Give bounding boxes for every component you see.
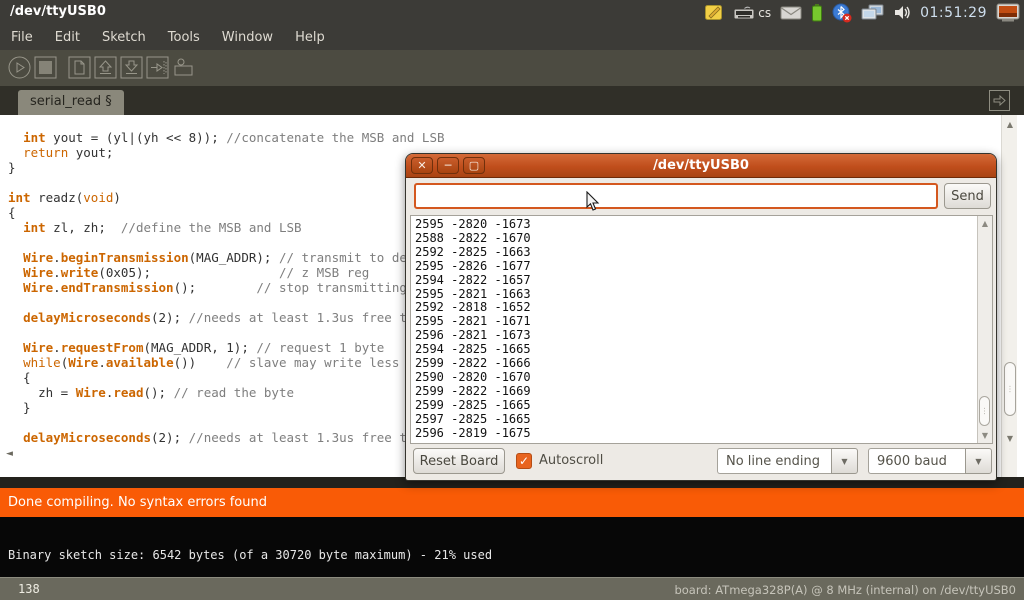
keyboard-indicator[interactable]: cs [733, 5, 771, 20]
serial-scrollbar[interactable]: ▲ ▼ ⋮ [977, 216, 992, 443]
editor-scroll-thumb[interactable]: ⋮ [1004, 362, 1016, 416]
stop-button[interactable] [34, 56, 57, 79]
scroll-down-icon[interactable]: ▼ [978, 431, 992, 440]
status-footer: 138 board: ATmega328P(A) @ 8 MHz (intern… [0, 577, 1024, 600]
top-panel: /dev/ttyUSB0 cs 01:51:29 [0, 0, 1024, 25]
scroll-up-icon[interactable]: ▲ [978, 219, 992, 228]
serial-titlebar[interactable]: ✕ ─ ▢ /dev/ttyUSB0 [406, 154, 996, 178]
menu-item-file[interactable]: File [0, 27, 44, 48]
menu-item-tools[interactable]: Tools [157, 27, 211, 48]
scroll-down-icon[interactable]: ▼ [1002, 434, 1018, 443]
menu-item-help[interactable]: Help [284, 27, 336, 48]
network-icon[interactable] [861, 4, 884, 22]
keyboard-layout-label: cs [758, 6, 771, 20]
compile-status-bar: Done compiling. No syntax errors found [0, 488, 1024, 517]
scroll-up-icon[interactable]: ▲ [1002, 120, 1018, 129]
menu-item-window[interactable]: Window [211, 27, 284, 48]
notes-icon[interactable] [704, 3, 724, 22]
serial-window-title: /dev/ttyUSB0 [406, 158, 996, 173]
menu-item-sketch[interactable]: Sketch [91, 27, 157, 48]
baud-rate-value[interactable]: 9600 baud [868, 448, 965, 474]
volume-icon[interactable] [893, 4, 911, 21]
tab-serial-read[interactable]: serial_read § [18, 90, 124, 115]
serial-monitor-button[interactable] [172, 56, 195, 79]
board-info: board: ATmega328P(A) @ 8 MHz (internal) … [674, 583, 1016, 597]
serial-output: 2595 -2820 -1673 2588 -2822 -1670 2592 -… [415, 218, 531, 441]
serial-output-area[interactable]: 2595 -2820 -1673 2588 -2822 -1670 2592 -… [410, 215, 993, 444]
verify-button[interactable] [8, 56, 31, 79]
menu-item-edit[interactable]: Edit [44, 27, 91, 48]
tab-menu-icon[interactable] [989, 90, 1010, 111]
save-button[interactable] [120, 56, 143, 79]
autoscroll-checkbox[interactable]: ✓ [516, 453, 532, 469]
bluetooth-icon[interactable] [832, 3, 852, 23]
toolbar [0, 50, 1024, 86]
battery-icon[interactable] [811, 3, 823, 22]
editor-vscrollbar[interactable]: ▲ ▼ ⋮ [1001, 115, 1017, 477]
serial-input[interactable] [414, 183, 938, 209]
chevron-down-icon[interactable]: ▼ [831, 448, 858, 474]
build-output-text: Binary sketch size: 6542 bytes (of a 307… [8, 548, 492, 562]
new-sketch-button[interactable] [68, 56, 91, 79]
hscroll-left-arrow[interactable]: ◄ [6, 449, 13, 459]
baud-rate-dropdown[interactable]: 9600 baud ▼ [868, 448, 992, 474]
window-title: /dev/ttyUSB0 [10, 4, 106, 19]
compile-status-text: Done compiling. No syntax errors found [8, 495, 267, 510]
open-button[interactable] [94, 56, 117, 79]
build-console: Binary sketch size: 6542 bytes (of a 307… [0, 517, 1024, 577]
menubar: FileEditSketchToolsWindowHelp [0, 25, 1024, 50]
line-ending-value[interactable]: No line ending [717, 448, 831, 474]
serial-monitor-window: ✕ ─ ▢ /dev/ttyUSB0 Send 2595 -2820 -1673… [405, 153, 997, 481]
line-number: 138 [18, 582, 40, 596]
reset-board-button[interactable]: Reset Board [413, 448, 505, 474]
send-button[interactable]: Send [944, 183, 991, 209]
serial-scroll-thumb[interactable]: ⋮ [979, 396, 990, 426]
session-icon[interactable] [996, 3, 1020, 23]
mail-icon[interactable] [780, 5, 802, 20]
clock[interactable]: 01:51:29 [920, 5, 987, 21]
autoscroll-label[interactable]: Autoscroll [539, 453, 603, 468]
line-ending-dropdown[interactable]: No line ending ▼ [717, 448, 858, 474]
mouse-cursor [586, 191, 600, 216]
tab-strip: serial_read § [0, 86, 1024, 115]
chevron-down-icon[interactable]: ▼ [965, 448, 992, 474]
upload-button[interactable] [146, 56, 169, 79]
system-tray: cs 01:51:29 [704, 0, 1020, 25]
code-area[interactable]: int yout = (yl|(yh << 8)); //concatenate… [8, 130, 445, 445]
